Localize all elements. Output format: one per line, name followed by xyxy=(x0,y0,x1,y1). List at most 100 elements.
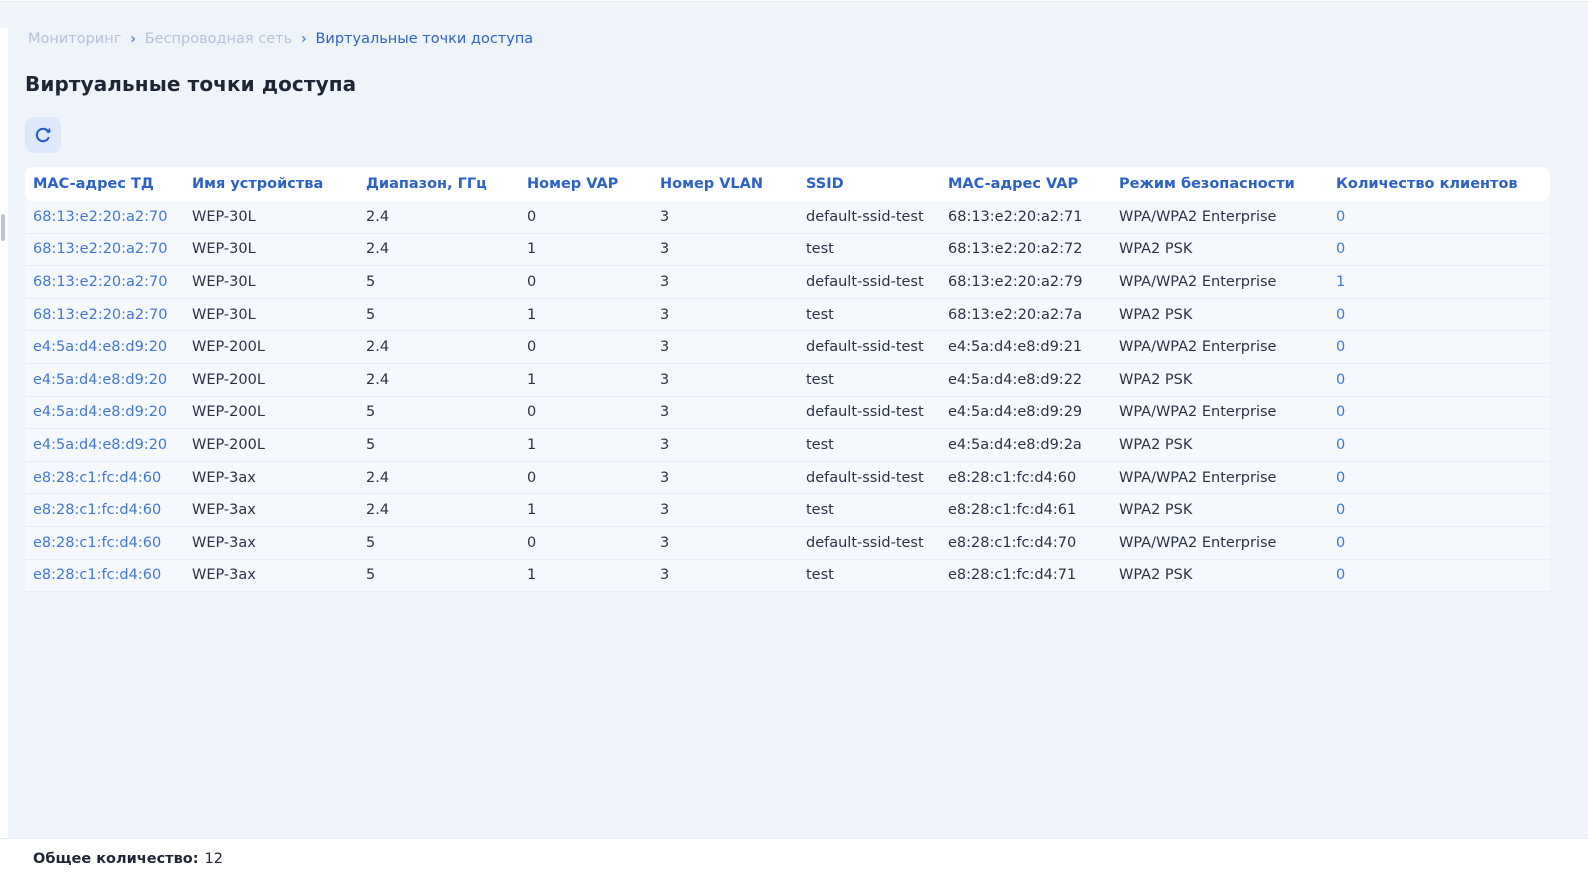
cell-security: WPA2 PSK xyxy=(1111,437,1328,453)
cell-mac_vap: e8:28:c1:fc:d4:70 xyxy=(940,535,1111,551)
cell-device: WEP-30L xyxy=(184,307,358,323)
column-header-8[interactable]: Количество клиентов xyxy=(1328,176,1550,192)
clients-count-link[interactable]: 1 xyxy=(1328,274,1550,290)
cell-ssid: test xyxy=(798,307,940,323)
column-header-2[interactable]: Диапазон, ГГц xyxy=(358,176,519,192)
clients-count-link[interactable]: 0 xyxy=(1328,372,1550,388)
clients-count-link[interactable]: 0 xyxy=(1328,535,1550,551)
cell-vlan: 3 xyxy=(652,372,798,388)
cell-band: 5 xyxy=(358,307,519,323)
cell-security: WPA/WPA2 Enterprise xyxy=(1111,470,1328,486)
cell-device: WEP-200L xyxy=(184,372,358,388)
table-row: e8:28:c1:fc:d4:60WEP-3ax2.403default-ssi… xyxy=(25,462,1550,495)
cell-ssid: default-ssid-test xyxy=(798,404,940,420)
column-header-0[interactable]: MAC-адрес ТД xyxy=(25,176,184,192)
cell-vlan: 3 xyxy=(652,274,798,290)
clients-count-link[interactable]: 0 xyxy=(1328,437,1550,453)
cell-mac_vap: e4:5a:d4:e8:d9:21 xyxy=(940,339,1111,355)
cell-vlan: 3 xyxy=(652,404,798,420)
ap-mac-link[interactable]: e8:28:c1:fc:d4:60 xyxy=(25,535,184,551)
ap-mac-link[interactable]: e8:28:c1:fc:d4:60 xyxy=(25,470,184,486)
refresh-button[interactable] xyxy=(25,117,61,153)
cell-band: 5 xyxy=(358,567,519,583)
cell-vlan: 3 xyxy=(652,470,798,486)
clients-count-link[interactable]: 0 xyxy=(1328,470,1550,486)
cell-vap: 0 xyxy=(519,470,652,486)
virtual-access-points-page: { "breadcrumb": { "separator": "›", "ite… xyxy=(0,0,1588,879)
clients-count-link[interactable]: 0 xyxy=(1328,567,1550,583)
cell-vap: 0 xyxy=(519,404,652,420)
footer-bar: Общее количество: 12 xyxy=(0,838,1588,879)
cell-device: WEP-200L xyxy=(184,404,358,420)
clients-count-link[interactable]: 0 xyxy=(1328,307,1550,323)
cell-device: WEP-200L xyxy=(184,437,358,453)
cell-band: 2.4 xyxy=(358,470,519,486)
ap-mac-link[interactable]: e4:5a:d4:e8:d9:20 xyxy=(25,372,184,388)
column-header-1[interactable]: Имя устройства xyxy=(184,176,358,192)
ap-mac-link[interactable]: 68:13:e2:20:a2:70 xyxy=(25,209,184,225)
table-row: e4:5a:d4:e8:d9:20WEP-200L503default-ssid… xyxy=(25,397,1550,430)
column-header-5[interactable]: SSID xyxy=(798,176,940,192)
ap-mac-link[interactable]: e4:5a:d4:e8:d9:20 xyxy=(25,404,184,420)
cell-mac_vap: e8:28:c1:fc:d4:71 xyxy=(940,567,1111,583)
scrollbar-thumb[interactable] xyxy=(1,214,5,241)
table-row: e8:28:c1:fc:d4:60WEP-3ax513teste8:28:c1:… xyxy=(25,560,1550,593)
cell-device: WEP-3ax xyxy=(184,567,358,583)
cell-vap: 1 xyxy=(519,437,652,453)
cell-security: WPA/WPA2 Enterprise xyxy=(1111,209,1328,225)
cell-band: 2.4 xyxy=(358,502,519,518)
cell-mac_vap: e8:28:c1:fc:d4:60 xyxy=(940,470,1111,486)
cell-device: WEP-3ax xyxy=(184,470,358,486)
cell-ssid: test xyxy=(798,567,940,583)
clients-count-link[interactable]: 0 xyxy=(1328,241,1550,257)
cell-ssid: test xyxy=(798,241,940,257)
cell-vap: 0 xyxy=(519,535,652,551)
clients-count-link[interactable]: 0 xyxy=(1328,404,1550,420)
cell-band: 2.4 xyxy=(358,209,519,225)
cell-band: 2.4 xyxy=(358,339,519,355)
ap-mac-link[interactable]: e4:5a:d4:e8:d9:20 xyxy=(25,437,184,453)
cell-vap: 1 xyxy=(519,307,652,323)
column-header-6[interactable]: MAC-адрес VAP xyxy=(940,176,1111,192)
cell-ssid: default-ssid-test xyxy=(798,470,940,486)
cell-vlan: 3 xyxy=(652,241,798,257)
cell-mac_vap: 68:13:e2:20:a2:72 xyxy=(940,241,1111,257)
ap-mac-link[interactable]: 68:13:e2:20:a2:70 xyxy=(25,307,184,323)
cell-vlan: 3 xyxy=(652,502,798,518)
cell-vap: 0 xyxy=(519,274,652,290)
breadcrumb-monitoring[interactable]: Мониторинг xyxy=(28,31,121,47)
page-title: Виртуальные точки доступа xyxy=(25,72,356,96)
clients-count-link[interactable]: 0 xyxy=(1328,209,1550,225)
table-row: 68:13:e2:20:a2:70WEP-30L2.413test68:13:e… xyxy=(25,234,1550,267)
cell-vap: 1 xyxy=(519,241,652,257)
cell-security: WPA/WPA2 Enterprise xyxy=(1111,339,1328,355)
ap-mac-link[interactable]: e4:5a:d4:e8:d9:20 xyxy=(25,339,184,355)
ap-mac-link[interactable]: e8:28:c1:fc:d4:60 xyxy=(25,567,184,583)
cell-vlan: 3 xyxy=(652,209,798,225)
total-count-label: Общее количество: xyxy=(33,851,199,867)
cell-vap: 0 xyxy=(519,209,652,225)
cell-band: 5 xyxy=(358,274,519,290)
breadcrumb-wireless-network[interactable]: Беспроводная сеть xyxy=(145,31,292,47)
table-row: 68:13:e2:20:a2:70WEP-30L513test68:13:e2:… xyxy=(25,299,1550,332)
ap-mac-link[interactable]: 68:13:e2:20:a2:70 xyxy=(25,274,184,290)
cell-ssid: default-ssid-test xyxy=(798,274,940,290)
cell-ssid: default-ssid-test xyxy=(798,209,940,225)
table-row: e8:28:c1:fc:d4:60WEP-3ax503default-ssid-… xyxy=(25,527,1550,560)
cell-security: WPA2 PSK xyxy=(1111,372,1328,388)
table-row: e8:28:c1:fc:d4:60WEP-3ax2.413teste8:28:c… xyxy=(25,494,1550,527)
cell-ssid: default-ssid-test xyxy=(798,535,940,551)
cell-device: WEP-3ax xyxy=(184,502,358,518)
clients-count-link[interactable]: 0 xyxy=(1328,339,1550,355)
cell-device: WEP-30L xyxy=(184,274,358,290)
table-row: e4:5a:d4:e8:d9:20WEP-200L2.413teste4:5a:… xyxy=(25,364,1550,397)
column-header-7[interactable]: Режим безопасности xyxy=(1111,176,1328,192)
cell-device: WEP-30L xyxy=(184,209,358,225)
column-header-4[interactable]: Номер VLAN xyxy=(652,176,798,192)
column-header-3[interactable]: Номер VAP xyxy=(519,176,652,192)
clients-count-link[interactable]: 0 xyxy=(1328,502,1550,518)
cell-vap: 0 xyxy=(519,339,652,355)
ap-mac-link[interactable]: 68:13:e2:20:a2:70 xyxy=(25,241,184,257)
ap-mac-link[interactable]: e8:28:c1:fc:d4:60 xyxy=(25,502,184,518)
cell-band: 5 xyxy=(358,535,519,551)
